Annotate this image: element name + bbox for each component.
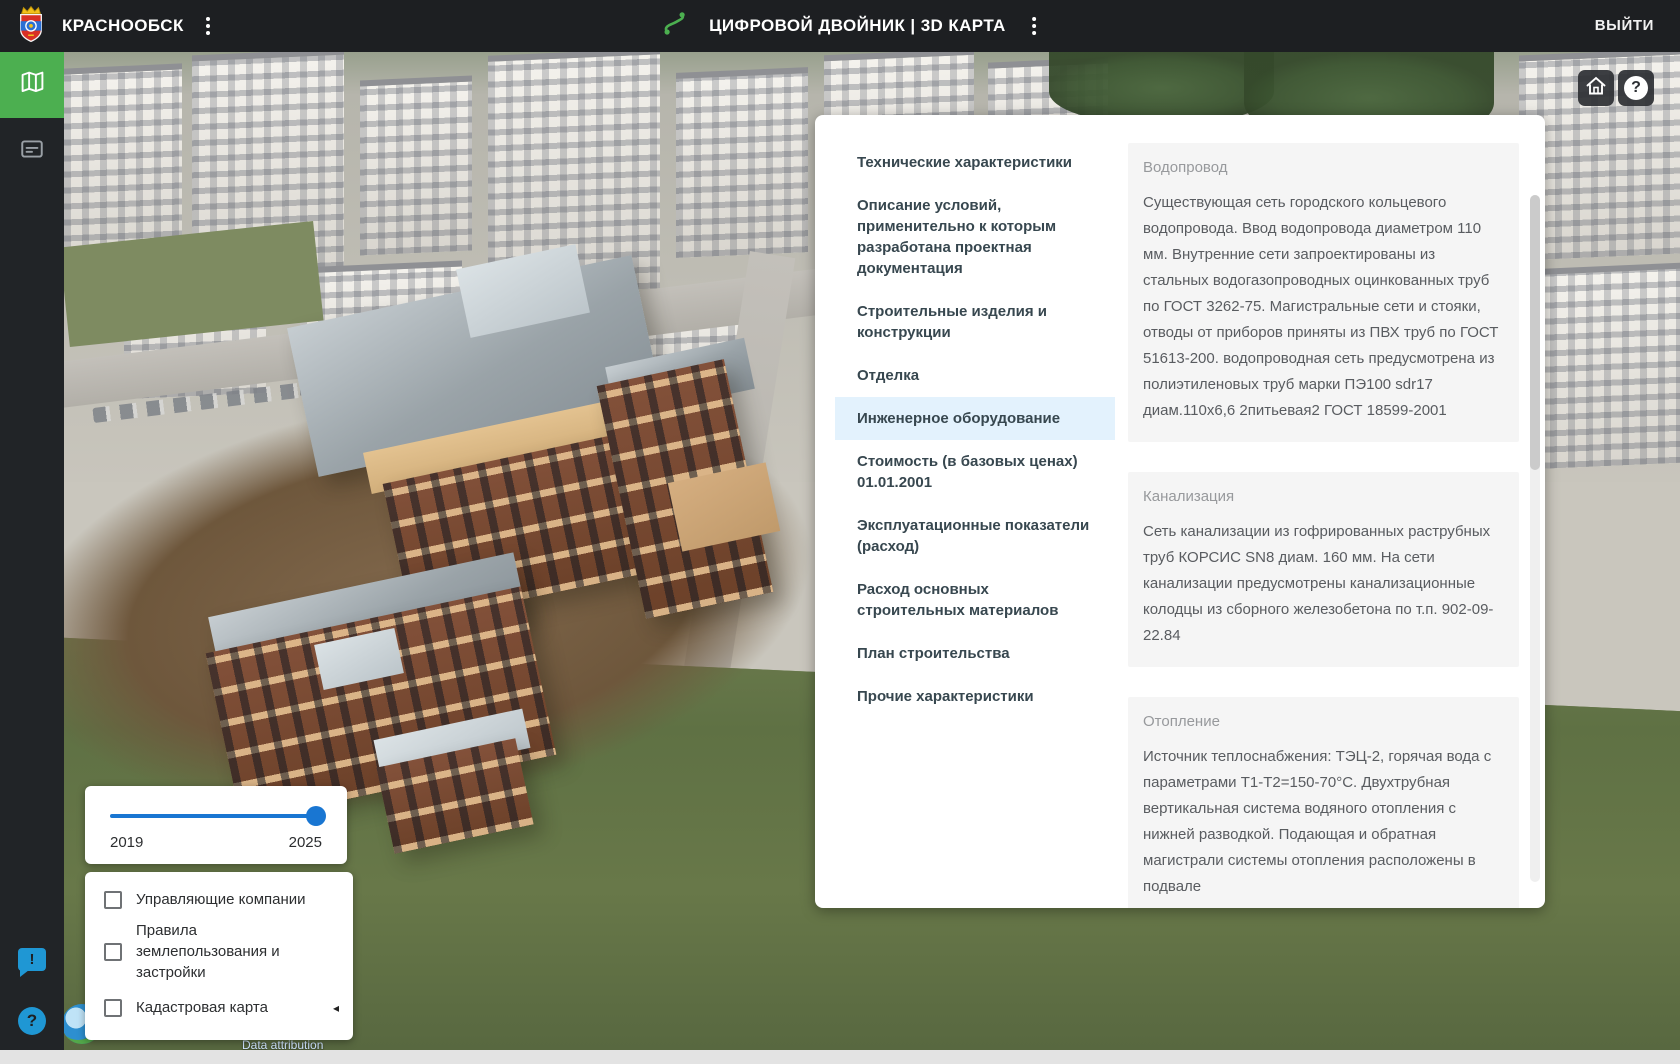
slider-track[interactable]	[110, 814, 322, 818]
feedback-button[interactable]: !	[0, 926, 64, 992]
layer-label: Правила землепользования и застройки	[136, 922, 280, 981]
list-card-icon	[19, 136, 45, 167]
menu-item-finishing[interactable]: Отделка	[835, 354, 1115, 397]
slider-min-label: 2019	[110, 834, 144, 851]
sidebar-registry-button[interactable]	[0, 118, 64, 184]
slider-max-label: 2025	[288, 834, 322, 851]
layer-row: Кадастровая карта ◂	[104, 997, 341, 1018]
section-card-heating: Отопление Источник теплоснабжения: ТЭЦ-2…	[1128, 697, 1519, 908]
page-title: ЦИФРОВОЙ ДВОЙНИК | 3D КАРТА	[709, 16, 1006, 35]
menu-item-materials[interactable]: Расход основных строительных материалов	[835, 568, 1115, 632]
layer-row: Правила землепользования и застройки	[104, 920, 341, 983]
section-card-water: Водопровод Существующая сеть городского …	[1128, 143, 1519, 442]
checkbox-cadastral-map[interactable]	[104, 998, 122, 1017]
title-menu-kebab-icon[interactable]	[1026, 11, 1042, 41]
city-emblem-logo	[16, 5, 46, 48]
route-logo-icon	[661, 11, 689, 42]
menu-item-construction-products[interactable]: Строительные изделия и конструкции	[835, 290, 1115, 354]
chat-exclamation-icon: !	[18, 947, 46, 977]
characteristics-menu: Технические характеристики Описание усло…	[815, 115, 1115, 908]
home-icon	[1584, 74, 1608, 103]
map-trees	[1049, 52, 1274, 124]
year-slider[interactable]	[110, 806, 326, 826]
timeline-card: 2019 2025	[85, 786, 347, 864]
section-title: Канализация	[1143, 488, 1235, 505]
section-content: Водопровод Существующая сеть городского …	[1115, 115, 1545, 908]
section-text: Источник теплоснабжения: ТЭЦ-2, горячая …	[1143, 748, 1492, 895]
slider-thumb[interactable]	[306, 806, 326, 826]
brand-title: КРАСНООБСК	[62, 16, 184, 35]
object-info-panel: Технические характеристики Описание усло…	[815, 115, 1545, 908]
top-bar: КРАСНООБСК ЦИФРОВОЙ ДВОЙНИК | 3D КАРТА В…	[0, 0, 1680, 52]
layer-label: Кадастровая карта	[136, 999, 268, 1016]
checkbox-land-use-rules[interactable]	[104, 942, 122, 961]
map-icon	[19, 69, 46, 101]
menu-item-engineering-equipment[interactable]: Инженерное оборудование	[835, 397, 1115, 440]
map-building	[360, 75, 472, 256]
menu-item-technical[interactable]: Технические характеристики	[835, 141, 1115, 184]
map-building	[676, 67, 808, 258]
section-title: Водопровод	[1143, 159, 1228, 176]
question-icon: ?	[1624, 76, 1648, 100]
layer-row: Управляющие компании	[104, 889, 341, 910]
layer-label: Управляющие компании	[136, 891, 306, 908]
logout-button[interactable]: ВЫЙТИ	[1595, 17, 1654, 34]
left-sidebar: ! ?	[0, 52, 64, 1050]
help-button[interactable]: ?	[0, 992, 64, 1050]
menu-item-conditions[interactable]: Описание условий, применительно к которы…	[835, 184, 1115, 290]
panel-scrollbar-thumb[interactable]	[1530, 195, 1540, 470]
section-card-sewerage: Канализация Сеть канализации из гофриров…	[1128, 472, 1519, 667]
sidebar-map-button[interactable]	[0, 52, 64, 118]
section-text: Существующая сеть городского кольцевого …	[1143, 194, 1499, 419]
map-building	[1532, 262, 1680, 470]
menu-item-construction-plan[interactable]: План строительства	[835, 632, 1115, 675]
home-view-button[interactable]	[1578, 70, 1614, 106]
chevron-left-icon[interactable]: ◂	[333, 1001, 341, 1015]
menu-item-cost[interactable]: Стоимость (в базовых ценах) 01.01.2001	[835, 440, 1115, 504]
question-icon: ?	[18, 1007, 46, 1035]
menu-item-operational[interactable]: Эксплуатационные показатели (расход)	[835, 504, 1115, 568]
layers-card: Управляющие компании Правила землепользо…	[85, 872, 353, 1040]
navigation-help-button[interactable]: ?	[1618, 70, 1654, 106]
section-title: Отопление	[1143, 713, 1220, 730]
app-root: КРАСНООБСК ЦИФРОВОЙ ДВОЙНИК | 3D КАРТА В…	[0, 0, 1680, 1064]
map-3d-view[interactable]: ? 2019 2025 Управляющие компании Правила…	[64, 52, 1680, 1050]
brand-menu-kebab-icon[interactable]	[200, 11, 216, 41]
section-text: Сеть канализации из гофрированных растру…	[1143, 523, 1494, 644]
panel-scrollbar[interactable]	[1530, 195, 1540, 882]
checkbox-managing-companies[interactable]	[104, 890, 122, 909]
menu-item-other[interactable]: Прочие характеристики	[835, 675, 1115, 718]
